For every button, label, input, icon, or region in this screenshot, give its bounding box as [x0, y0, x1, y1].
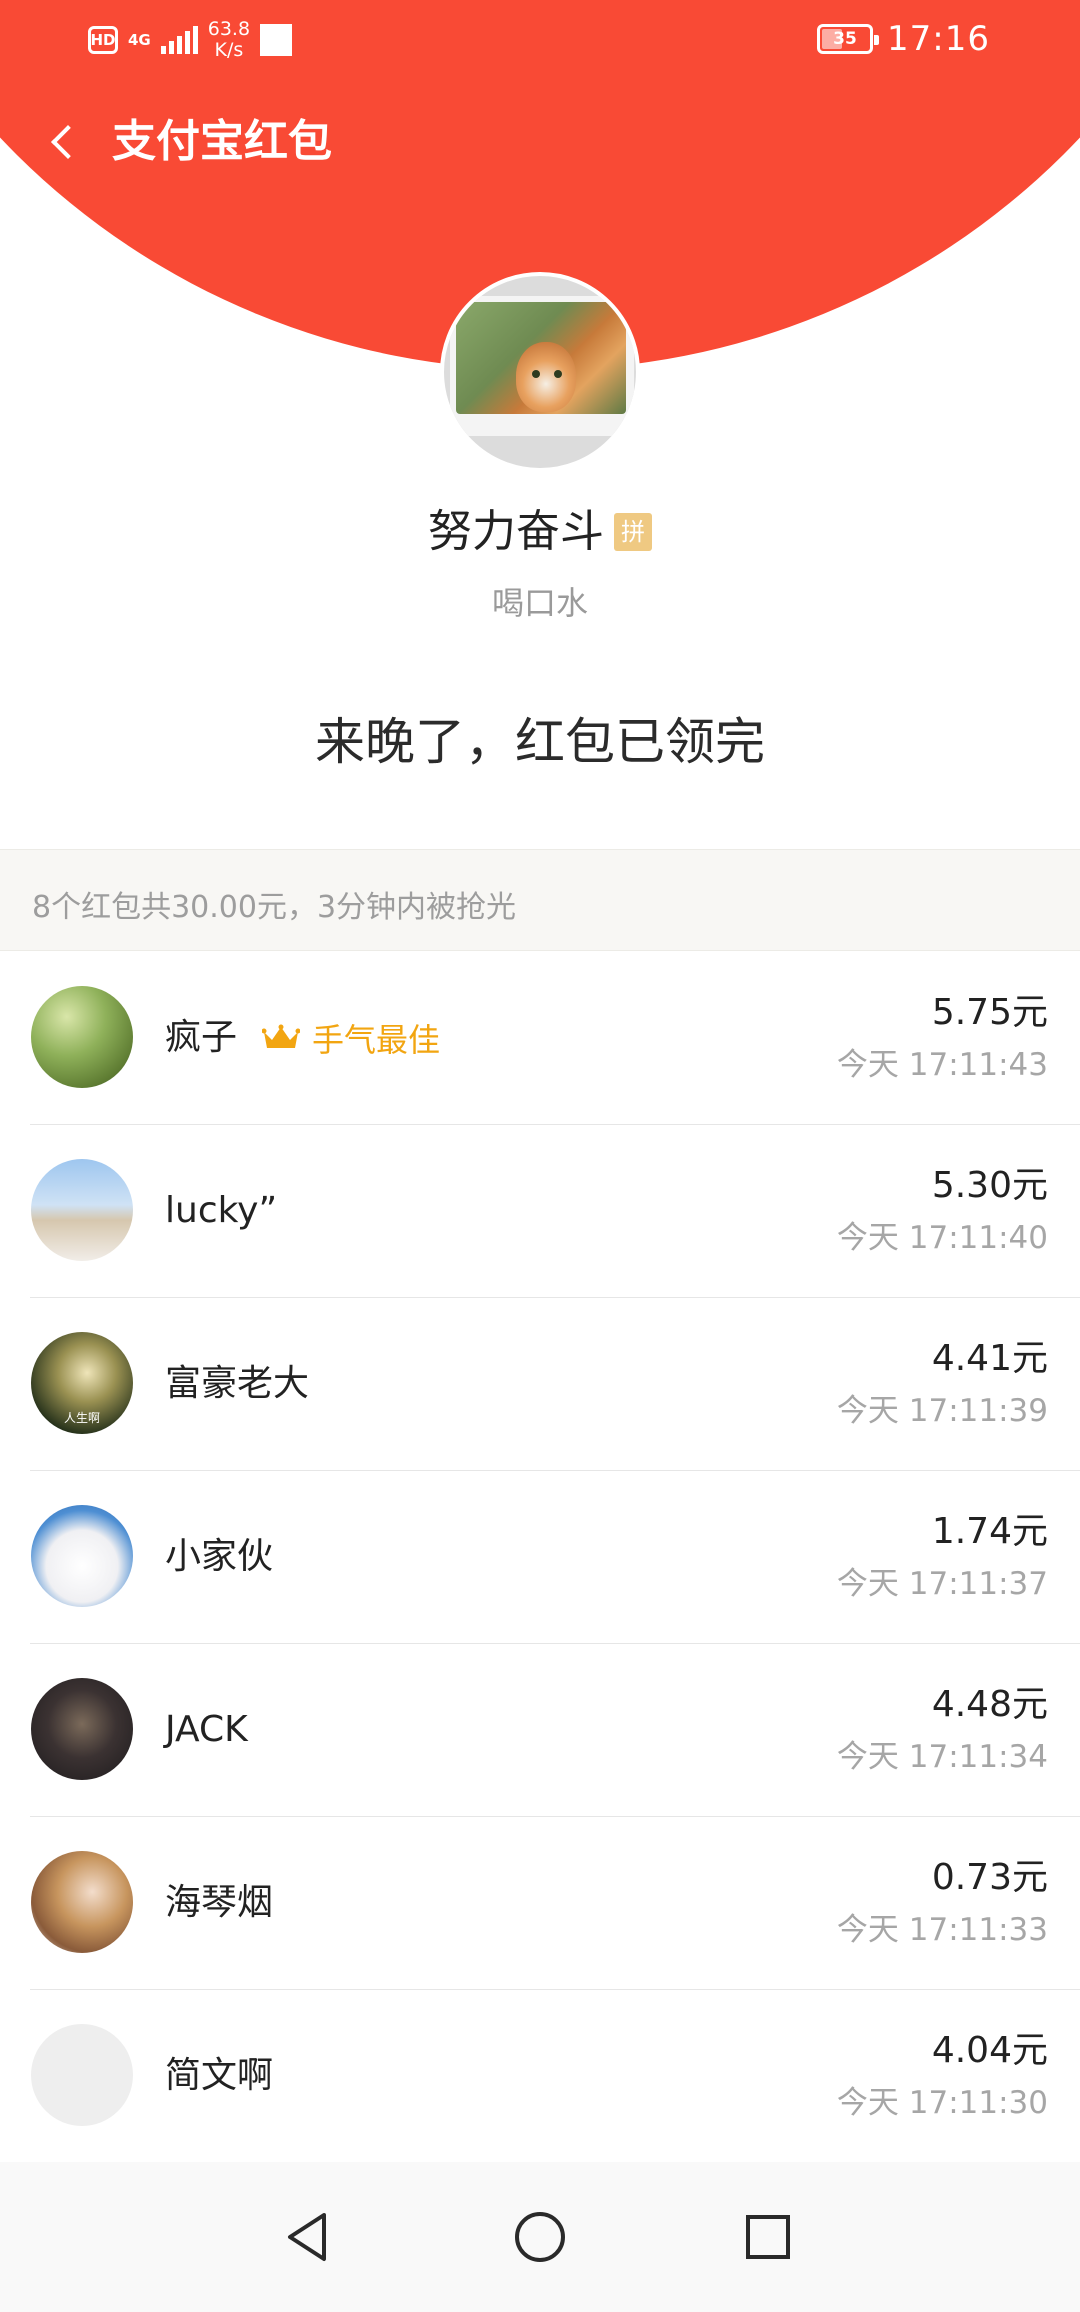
best-luck-badge: 手气最佳 [262, 1014, 440, 1062]
record-time: 今天 17:11:43 [836, 1047, 1048, 1083]
battery-level: 35 [833, 29, 857, 49]
record-time: 今天 17:11:39 [836, 1393, 1048, 1429]
record-time: 今天 17:11:34 [836, 1739, 1048, 1775]
list-item[interactable]: 人生啊 富豪老大 4.41元 今天 17:11:39 [0, 1298, 1080, 1471]
record-amount: 4.48元 [931, 1684, 1048, 1725]
avatar[interactable]: 人生啊 [31, 1332, 133, 1434]
list-item[interactable]: 简文啊 4.04元 今天 17:11:30 [0, 1990, 1080, 2163]
status-message: 来晚了，红包已领完 [315, 713, 765, 771]
square-recents-icon [746, 2215, 790, 2259]
record-amount: 4.04元 [931, 2030, 1048, 2071]
record-name: 海琴烟 [165, 1882, 274, 1923]
record-time: 今天 17:11:33 [836, 1912, 1048, 1948]
summary-text: 8个红包共30.00元，3分钟内被抢光 [32, 890, 517, 925]
system-recents-button[interactable] [733, 2202, 803, 2272]
cat-photo [456, 302, 626, 414]
record-time: 今天 17:11:30 [836, 2085, 1048, 2121]
sender-row: 努力奋斗拼 [0, 500, 1080, 562]
chevron-left-icon [51, 125, 85, 159]
avatar[interactable] [31, 2024, 133, 2126]
record-amount: 0.73元 [931, 1857, 1048, 1898]
crown-icon [262, 1024, 300, 1052]
cat-eye [554, 370, 562, 378]
list-item[interactable]: 海琴烟 0.73元 今天 17:11:33 [0, 1817, 1080, 1990]
circle-home-icon [515, 2212, 565, 2262]
record-time: 今天 17:11:37 [836, 1566, 1048, 1602]
status-bar: HD 4G 63.8 K/s 35 17:16 [0, 0, 1080, 80]
best-luck-label: 手气最佳 [312, 1021, 441, 1059]
status-bar-left: HD 4G 63.8 K/s [88, 18, 293, 62]
signal-icon [160, 26, 198, 54]
record-time: 今天 17:11:40 [836, 1220, 1048, 1256]
record-name: 疯子 [165, 1017, 238, 1058]
pin-badge: 拼 [614, 513, 652, 551]
red-packet-detail-page: HD 4G 63.8 K/s 35 17:16 支付宝红包 努力奋斗 拼 喝口水… [0, 0, 1080, 2312]
list-item[interactable]: JACK 4.48元 今天 17:11:34 [0, 1644, 1080, 1817]
summary-band: 8个红包共30.00元，3分钟内被抢光 [0, 849, 1080, 951]
page-title: 支付宝红包 [112, 116, 332, 167]
back-button[interactable] [36, 114, 92, 170]
cat-face [516, 342, 576, 412]
record-name: 小家伙 [165, 1536, 274, 1577]
record-amount: 4.41元 [931, 1338, 1048, 1379]
system-home-button[interactable] [505, 2202, 575, 2272]
list-item[interactable]: lucky” 5.30元 今天 17:11:40 [0, 1125, 1080, 1298]
avatar[interactable] [31, 1159, 133, 1261]
system-navigation-bar [0, 2162, 1080, 2312]
record-list: 疯子 手气最佳 5.75元 今天 17:11:43 lucky” 5.30元 今… [0, 952, 1080, 2163]
blessing-text: 喝口水 [491, 584, 588, 622]
network-speed: 63.8 K/s [208, 19, 250, 61]
triangle-back-icon [288, 2213, 326, 2261]
speed-unit: K/s [214, 39, 244, 61]
speed-value: 63.8 [207, 18, 251, 40]
avatar[interactable] [31, 986, 133, 1088]
battery-icon: 35 [817, 24, 880, 54]
status-bar-right: 35 17:16 [817, 16, 990, 62]
record-name: 富豪老大 [165, 1363, 310, 1404]
avatar[interactable] [31, 1505, 133, 1607]
record-name: 简文啊 [165, 2055, 274, 2096]
notification-icon [260, 24, 293, 56]
cat-eye [532, 370, 540, 378]
record-name: lucky” [165, 1190, 278, 1231]
avatar[interactable] [31, 1851, 133, 1953]
record-amount: 5.30元 [931, 1165, 1048, 1206]
record-amount: 1.74元 [931, 1511, 1048, 1552]
avatar[interactable] [31, 1678, 133, 1780]
hd-icon: HD [88, 26, 118, 54]
system-back-button[interactable] [272, 2202, 342, 2272]
nav-bar: 支付宝红包 [0, 100, 1080, 184]
list-item[interactable]: 疯子 手气最佳 5.75元 今天 17:11:43 [0, 952, 1080, 1125]
record-amount: 5.75元 [931, 992, 1048, 1033]
sender-name: 努力奋斗 [428, 506, 604, 557]
list-item[interactable]: 小家伙 1.74元 今天 17:11:37 [0, 1471, 1080, 1644]
network-type: 4G [128, 31, 151, 49]
clock: 17:16 [887, 19, 990, 59]
sender-avatar[interactable] [440, 272, 640, 472]
avatar-caption: 人生啊 [63, 1411, 100, 1425]
record-name: JACK [165, 1709, 248, 1750]
